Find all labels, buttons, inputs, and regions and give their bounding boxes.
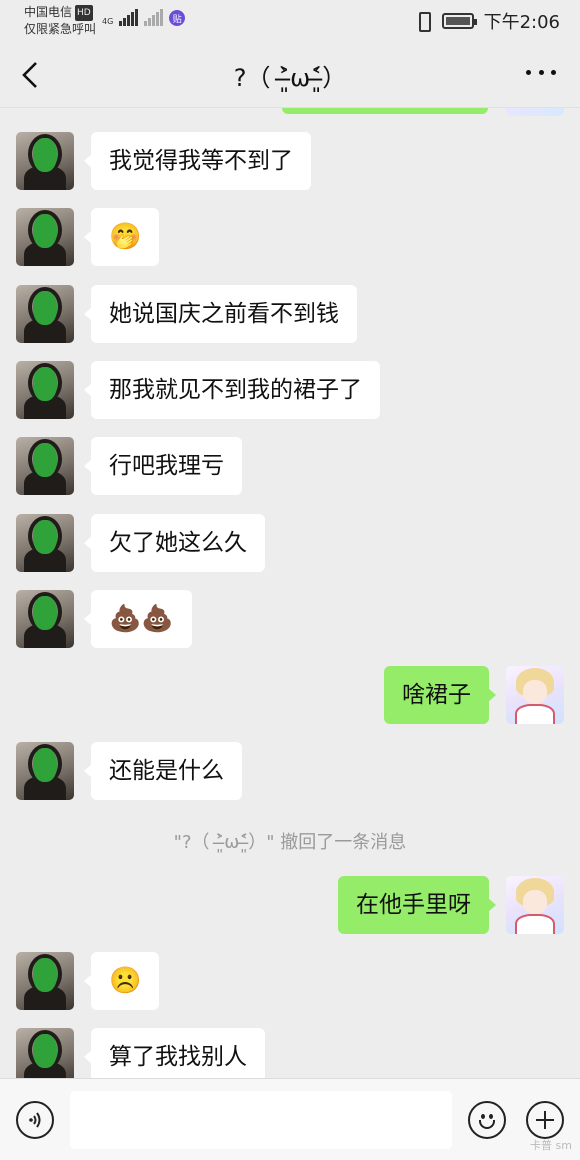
voice-icon[interactable] (16, 1101, 54, 1139)
contact-avatar[interactable] (16, 208, 74, 266)
emoji-icon[interactable] (468, 1101, 506, 1139)
received-emoji-bubble[interactable]: 🤭 (83, 208, 160, 266)
sent-message-bubble[interactable]: 在他手里呀 (338, 876, 496, 934)
contact-avatar[interactable] (16, 285, 74, 343)
received-message-bubble[interactable]: 欠了她这么久 (84, 514, 265, 572)
input-bar: 卡普 sm (0, 1078, 580, 1160)
received-message-bubble[interactable]: 我觉得我等不到了 (84, 132, 311, 190)
self-avatar[interactable] (506, 876, 564, 934)
message-row: 我觉得我等不到了 (0, 132, 580, 192)
contact-avatar[interactable] (16, 132, 74, 190)
battery-icon (441, 13, 477, 29)
hd-badge: HD (75, 5, 93, 21)
chat-header: ?（ ˃̶͈̀ω˂̶͈́） (0, 42, 580, 108)
message-row: 在他手里呀 (0, 876, 580, 936)
vibrate-icon (414, 11, 432, 32)
message-input[interactable] (70, 1091, 452, 1149)
contact-avatar[interactable] (16, 1028, 74, 1078)
status-right: 下午2:06 (414, 8, 560, 34)
message-row: 行吧我理亏 (0, 437, 580, 497)
message-row: 啥裙子 (0, 666, 580, 726)
contact-avatar[interactable] (16, 742, 74, 800)
emergency-call-text: 仅限紧急呼叫 (24, 22, 97, 36)
received-message-bubble[interactable]: 行吧我理亏 (84, 437, 242, 495)
contact-avatar[interactable] (16, 952, 74, 1010)
received-message-bubble[interactable]: 还能是什么 (84, 742, 242, 800)
received-message-bubble[interactable]: 那我就见不到我的裙子了 (84, 361, 380, 419)
voice-wave-icon (29, 1112, 41, 1128)
clock: 下午2:06 (483, 12, 560, 33)
sent-message-bubble[interactable]: 啥裙子 (384, 666, 496, 724)
message-row: 💩💩 (0, 590, 580, 650)
avatar-self-cut-off (506, 108, 564, 116)
more-options-icon[interactable] (526, 70, 556, 78)
received-message-bubble[interactable]: 算了我找别人 (84, 1028, 265, 1078)
message-row: 欠了她这么久 (0, 514, 580, 574)
second-signal-icon (144, 8, 164, 26)
recall-notice: "?（ ˃̶͈̀ω˂̶͈́）" 撤回了一条消息 (173, 832, 407, 853)
message-row: 算了我找别人 (0, 1028, 580, 1078)
carrier-info: 中国电信 HD 仅限紧急呼叫 (24, 4, 96, 37)
self-avatar[interactable] (506, 666, 564, 724)
message-row: 还能是什么 (0, 742, 580, 802)
signal-strength-icon (119, 8, 139, 26)
received-emoji-bubble[interactable]: ☹️ (83, 952, 160, 1010)
message-row: 🤭 (0, 208, 580, 268)
watermark: 卡普 sm (530, 1139, 572, 1152)
received-emoji-bubble[interactable]: 💩💩 (84, 590, 192, 648)
received-message-bubble[interactable]: 她说国庆之前看不到钱 (84, 285, 357, 343)
status-bar: 中国电信 HD 仅限紧急呼叫 4G 贴 下午2:06 (0, 0, 580, 42)
signal-icons: 4G 贴 (102, 8, 186, 26)
contact-avatar[interactable] (16, 361, 74, 419)
message-list[interactable]: 我觉得我等不到了 🤭 她说国庆之前看不到钱 那我就见不到我的裙子了 行吧我理亏 … (0, 108, 580, 1078)
contact-avatar[interactable] (16, 437, 74, 495)
message-bubble-cut-off (282, 108, 488, 114)
message-row: ☹️ (0, 952, 580, 1012)
message-row: 那我就见不到我的裙子了 (0, 361, 580, 421)
contact-avatar[interactable] (16, 514, 74, 572)
contact-avatar[interactable] (16, 590, 74, 648)
carrier-name: 中国电信 (24, 5, 73, 19)
network-type: 4G (102, 17, 114, 26)
message-row: 她说国庆之前看不到钱 (0, 285, 580, 345)
plus-icon[interactable] (526, 1101, 564, 1139)
chat-title: ?（ ˃̶͈̀ω˂̶͈́） (233, 64, 347, 92)
tieba-app-icon: 贴 (169, 10, 186, 26)
